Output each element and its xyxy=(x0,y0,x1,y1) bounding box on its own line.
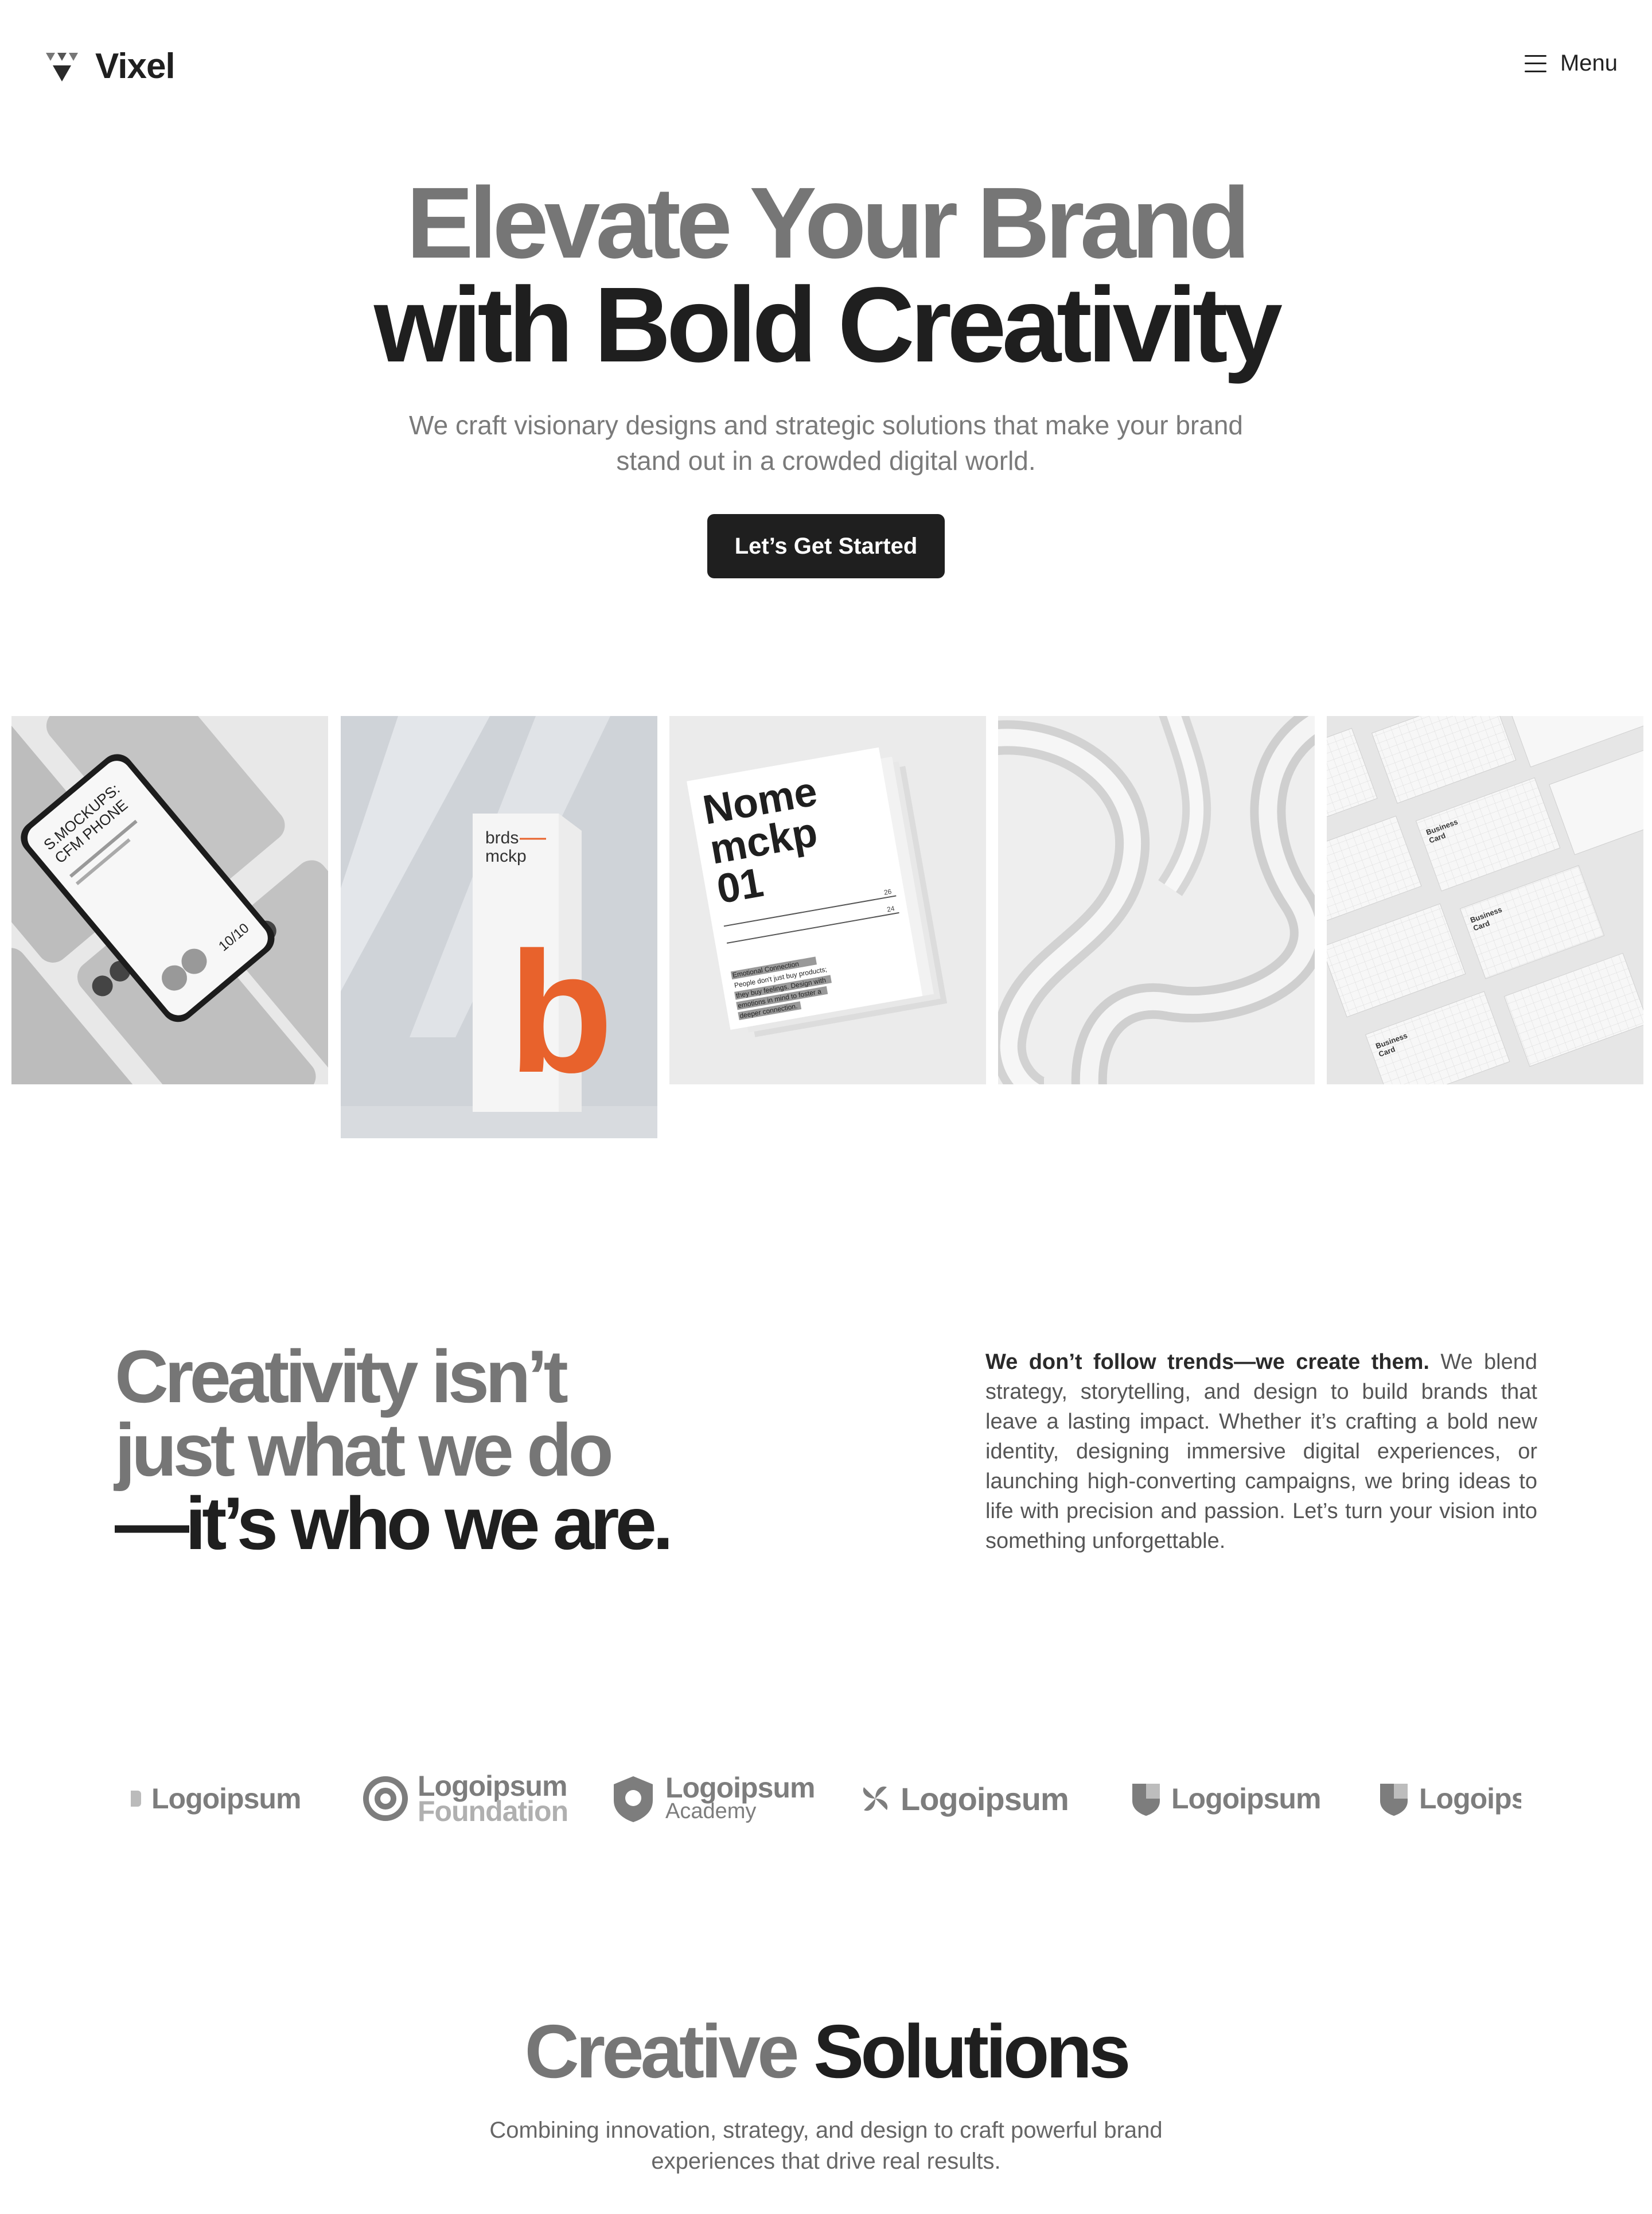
client-logo-1: Logoipsum xyxy=(131,1767,301,1830)
about-description: We don’t follow trends—we create them. W… xyxy=(985,1347,1537,1556)
gallery-image-poster-mockup: Nome mckp 01 26 24 Emotional Connection … xyxy=(669,716,986,1084)
client-logo-5: Logoipsum xyxy=(1129,1767,1321,1830)
logo-mark-icon xyxy=(131,1791,141,1807)
hero-title-line2: with Bold Creativity xyxy=(373,266,1283,384)
get-started-button[interactable]: Let’s Get Started xyxy=(707,514,945,578)
brand-name: Vixel xyxy=(95,46,176,86)
client-logos-strip: Logoipsum Logoipsum Foundation Logoipsum… xyxy=(131,1767,1521,1830)
gallery-image-stand-mockup: brds mckp b xyxy=(341,716,657,1138)
client-logo-3-name: Logoipsum xyxy=(665,1772,815,1804)
about-title-line1: Creativity isn’t xyxy=(115,1334,568,1418)
client-logo-6-name: Logoipsum xyxy=(1419,1783,1521,1815)
hero-title-line1: Elevate Your Brand xyxy=(406,167,1250,279)
poster-number-1: 26 xyxy=(883,888,893,897)
client-logo-2: Logoipsum Foundation xyxy=(361,1767,568,1830)
gallery-image-business-cards: Business Card Business Card Business Car… xyxy=(1327,716,1643,1084)
about-body: We blend strategy, storytelling, and des… xyxy=(985,1350,1537,1553)
swirl-logo-icon xyxy=(863,1786,888,1811)
hero-subtitle: We craft visionary designs and strategic… xyxy=(409,410,1243,476)
ring-logo-icon xyxy=(363,1776,408,1821)
about-lead: We don’t follow trends—we create them. xyxy=(985,1350,1429,1374)
client-logo-6: Logoipsum xyxy=(1377,1767,1521,1830)
menu-button[interactable]: Menu xyxy=(1524,50,1618,76)
badge-logo-icon xyxy=(1132,1784,1160,1816)
poster-text-3: 01 xyxy=(714,859,767,913)
solutions-title-dark: Solutions xyxy=(813,2009,1131,2094)
brand-logo[interactable]: Vixel xyxy=(45,46,176,87)
stand-text-2: mckp xyxy=(485,847,527,866)
poster-number-2: 24 xyxy=(886,904,895,913)
client-logo-1-name: Logoipsum xyxy=(151,1783,301,1815)
gallery-image-cable-mockup xyxy=(998,716,1315,1084)
site-header: Vixel Menu xyxy=(0,0,1652,132)
hamburger-icon xyxy=(1524,55,1546,72)
shield-logo-icon xyxy=(614,1776,653,1822)
client-logo-4: Logoipsum xyxy=(858,1767,1069,1830)
solutions-title: Creative Solutions xyxy=(0,2008,1652,2095)
about-title-line3: —it’s who we are. xyxy=(115,1481,673,1565)
client-logo-5-name: Logoipsum xyxy=(1171,1783,1321,1815)
solutions-subtitle: Combining innovation, strategy, and desi… xyxy=(489,2118,1163,2174)
hero-title: Elevate Your Brand with Bold Creativity xyxy=(0,167,1652,384)
vixel-logo-icon xyxy=(46,52,78,81)
about-title: Creativity isn’t just what we do —it’s w… xyxy=(115,1334,673,1565)
menu-label: Menu xyxy=(1560,50,1618,76)
stand-big-letter: b xyxy=(508,916,613,1108)
gallery-image-phone-mockup: S.MOCKUPS: CFM PHONE 10/10 xyxy=(11,716,328,1084)
about-title-line2: just what we do xyxy=(115,1408,614,1492)
client-logo-2-sub: Foundation xyxy=(418,1795,568,1827)
client-logo-3-sub: Academy xyxy=(665,1799,757,1823)
stand-text-1: brds xyxy=(485,828,519,847)
solutions-title-gray: Creative xyxy=(524,2009,800,2094)
client-logo-4-name: Logoipsum xyxy=(901,1780,1069,1817)
badge-logo-icon-2 xyxy=(1380,1784,1408,1816)
client-logo-3: Logoipsum Academy xyxy=(610,1767,815,1830)
